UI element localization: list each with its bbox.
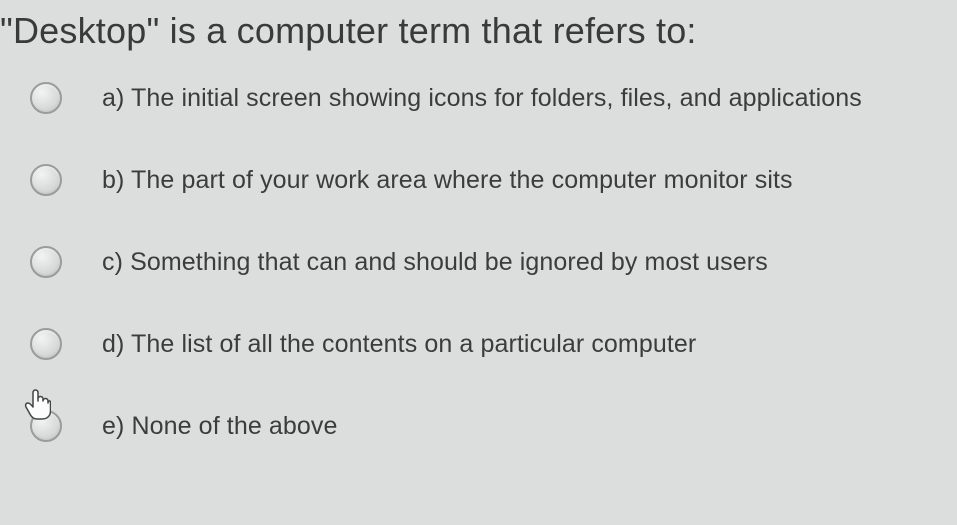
option-row-a[interactable]: a) The initial screen showing icons for … [30,82,957,114]
radio-c[interactable] [30,246,62,278]
option-label-c: c) Something that can and should be igno… [102,248,768,277]
radio-a[interactable] [30,82,62,114]
option-row-e[interactable]: e) None of the above [30,410,957,442]
option-row-b[interactable]: b) The part of your work area where the … [30,164,957,196]
radio-b[interactable] [30,164,62,196]
option-row-c[interactable]: c) Something that can and should be igno… [30,246,957,278]
radio-e[interactable] [30,410,62,442]
option-label-b: b) The part of your work area where the … [102,166,793,195]
radio-d[interactable] [30,328,62,360]
options-list: a) The initial screen showing icons for … [0,82,957,442]
option-row-d[interactable]: d) The list of all the contents on a par… [30,328,957,360]
option-label-d: d) The list of all the contents on a par… [102,330,696,359]
option-label-a: a) The initial screen showing icons for … [102,84,862,113]
option-label-e: e) None of the above [102,412,338,441]
question-title: "Desktop" is a computer term that refers… [0,0,957,82]
